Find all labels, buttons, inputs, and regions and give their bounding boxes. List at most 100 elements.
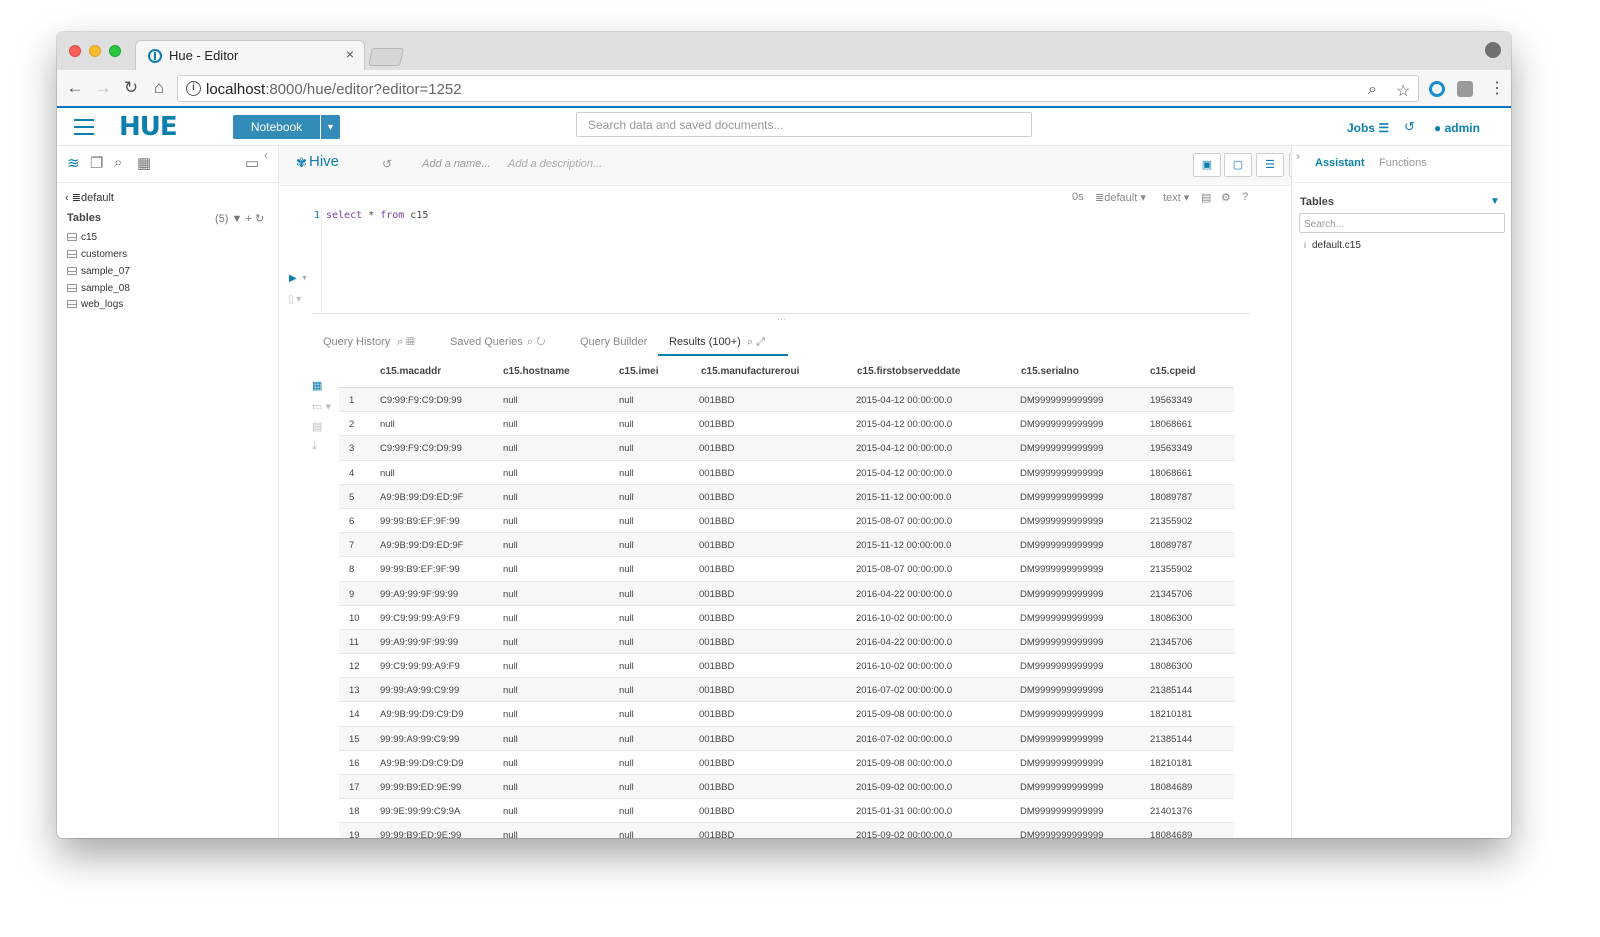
reload-icon[interactable]: ↻ (121, 78, 141, 98)
run-play-icon[interactable]: ▶ (289, 273, 297, 284)
code-editor[interactable]: select * from c15 (326, 210, 428, 221)
table-item-c15[interactable]: c15 (67, 232, 97, 243)
table-row[interactable]: 8 99:99:B9:EF:9F:99 null null 001BBD 2015-08-… (339, 557, 1234, 582)
bookmark-star-icon[interactable]: ☆ (1396, 81, 1410, 101)
resize-handle[interactable]: ⋯ (777, 314, 787, 325)
assistant-search-field[interactable] (1299, 213, 1505, 234)
table-row[interactable]: 6 99:99:B9:EF:9F:99 null null 001BBD 2015-08-… (339, 509, 1234, 534)
format-selector[interactable]: text ▾ (1163, 191, 1189, 204)
undo-history-icon[interactable]: ↺ (382, 157, 392, 171)
add-icon[interactable]: + (245, 213, 251, 225)
table-row[interactable]: 18 99:9E:99:99:C9:9A null null 001BBD 2015-01… (339, 799, 1234, 824)
table-row[interactable]: 10 99:C9:99:99:A9:F9 null null 001BBD 2016-10… (339, 606, 1234, 630)
table-row[interactable]: 19 99:99:B9:ED:9E:99 null null 001BBD 2015-09… (339, 823, 1234, 838)
chart-view-icon[interactable]: ▭ ▾ (312, 400, 331, 413)
table-row[interactable]: 16 A9:9B:99:D9:C9:D9 null null 001BBD 2015-09… (339, 751, 1234, 775)
assistant-search-input[interactable] (1300, 215, 1504, 234)
tab-query-builder[interactable]: Query Builder (580, 336, 647, 348)
refresh-icon[interactable]: ↻ (255, 213, 264, 225)
forward-arrow-icon[interactable]: → (93, 78, 113, 98)
site-info-icon[interactable]: i (186, 81, 201, 96)
table-item-sample-08[interactable]: sample_08 (67, 283, 130, 294)
collapse-right-panel-icon[interactable]: › (1296, 149, 1300, 163)
table-row[interactable]: 11 99:A9:99:9F:99:99 null null 001BBD 2016-04… (339, 629, 1234, 655)
new-document-icon[interactable]: ▢ (1224, 153, 1252, 177)
tab-query-history[interactable]: Query History (323, 336, 390, 348)
table-row[interactable]: 7 A9:9B:99:D9:ED:9F null null 001BBD 2015-11-… (339, 533, 1234, 558)
filter-funnel-icon[interactable]: ▼ (1490, 196, 1500, 207)
tab-close-icon[interactable]: × (346, 46, 354, 62)
browser-profile-icon[interactable] (1485, 42, 1501, 58)
table-row[interactable]: 5 A9:9B:99:D9:ED:9F null null 001BBD 2015-11-… (339, 484, 1234, 509)
assistant-table-item[interactable]: i default.c15 (1304, 240, 1361, 251)
saved-queries-search-icon[interactable]: ⌕ ↻ (527, 336, 546, 349)
grid-icon[interactable]: ▦ (137, 154, 151, 172)
info-icon[interactable]: i (1304, 240, 1306, 250)
browser-menu-icon[interactable]: ⋮ (1489, 78, 1505, 98)
table-row[interactable]: 13 99:99:A9:99:C9:99 null null 001BBD 2016-07… (339, 678, 1234, 703)
hamburger-menu-icon[interactable] (74, 119, 94, 140)
gear-icon[interactable]: ⚙ (1221, 191, 1231, 204)
column-header[interactable]: c15.macaddr (380, 366, 441, 377)
save-icon[interactable]: ▣ (1193, 153, 1221, 177)
minimize-window-button[interactable] (89, 45, 101, 57)
tab-saved-queries[interactable]: Saved Queries (450, 336, 523, 348)
database-selector[interactable]: ≣default ▾ (1095, 191, 1146, 204)
column-header[interactable]: c15.serialno (1021, 366, 1079, 377)
query-description-field[interactable]: Add a description... (508, 158, 602, 170)
query-name-field[interactable]: Add a name... (422, 158, 491, 170)
collapse-left-panel-icon[interactable]: ‹ (264, 148, 268, 162)
zoom-search-icon[interactable]: ⌕ (1368, 81, 1377, 99)
table-row[interactable]: 15 99:99:A9:99:C9:99 null null 001BBD 2016-07… (339, 726, 1234, 751)
global-search-field[interactable] (576, 112, 1032, 137)
jobs-link[interactable]: Jobs ☰ (1347, 121, 1389, 135)
tab-results[interactable]: Results (100+) (669, 336, 741, 348)
zoom-window-button[interactable] (109, 45, 121, 57)
table-row[interactable]: 9 99:A9:99:9F:99:99 null null 001BBD 2016-04-… (339, 581, 1234, 606)
column-header[interactable]: c15.firstobserveddate (857, 366, 960, 377)
database-breadcrumb[interactable]: ‹ ≣default (65, 191, 114, 204)
table-row[interactable]: 17 99:99:B9:ED:9E:99 null null 001BBD 2015-09… (339, 775, 1234, 800)
table-row[interactable]: 2 null null null 001BBD 2015-04-12 00:00:00.0… (339, 412, 1234, 437)
user-menu[interactable]: ● admin (1434, 121, 1480, 135)
hue-logo[interactable]: HUE (119, 112, 178, 142)
search-icon[interactable]: ⌕ (114, 154, 122, 171)
back-chevron-icon[interactable]: ‹ (65, 192, 69, 204)
results-search-expand-icon[interactable]: ⌕ ⤢ (747, 336, 765, 349)
browser-tab[interactable]: Hue - Editor × (135, 40, 365, 70)
history-search-icon[interactable]: ⌕ ▦ (397, 336, 415, 349)
table-row[interactable]: 3 C9:99:F9:C9:D9:99 null null 001BBD 2015-04-… (339, 436, 1234, 461)
column-header[interactable]: c15.imei (619, 366, 658, 377)
folder-icon[interactable]: ▭ (245, 154, 259, 172)
extension-circle-icon[interactable] (1429, 81, 1445, 97)
tab-assistant[interactable]: Assistant (1315, 157, 1365, 169)
back-arrow-icon[interactable]: ← (65, 78, 85, 98)
table-row[interactable]: 14 A9:9B:99:D9:C9:D9 null null 001BBD 2015-09… (339, 702, 1234, 727)
global-search-input[interactable] (577, 113, 1031, 136)
table-item-customers[interactable]: customers (67, 249, 127, 260)
list-icon[interactable]: ☰ (1256, 153, 1284, 177)
history-icon[interactable]: ↺ (1404, 119, 1415, 135)
filter-icon[interactable]: ▼ (232, 213, 243, 225)
table-row[interactable]: 1 C9:99:F9:C9:D9:99 null null 001BBD 2015-04-… (339, 388, 1234, 413)
table-row[interactable]: 12 99:C9:99:99:A9:F9 null null 001BBD 2016-10… (339, 654, 1234, 679)
help-icon[interactable]: ? (1242, 191, 1248, 203)
tab-functions[interactable]: Functions (1379, 157, 1427, 169)
database-icon[interactable]: ≋ (67, 154, 80, 172)
home-icon[interactable]: ⌂ (149, 78, 169, 98)
run-caret-icon[interactable]: ▼ (301, 275, 308, 282)
table-item-sample-07[interactable]: sample_07 (67, 266, 130, 277)
close-window-button[interactable] (69, 45, 81, 57)
notebook-button[interactable]: Notebook (233, 115, 320, 139)
new-tab-button[interactable] (368, 48, 404, 66)
snippet-book-icon[interactable]: ▯ ▾ (288, 294, 301, 305)
download-icon[interactable]: ⤓ (312, 440, 317, 453)
table-item-web-logs[interactable]: web_logs (67, 299, 123, 310)
table-row[interactable]: 4 null null null 001BBD 2015-04-12 00:00:00.0… (339, 461, 1234, 485)
address-bar[interactable]: i localhost:8000/hue/editor?editor=1252 … (177, 75, 1419, 102)
extension-square-icon[interactable] (1457, 81, 1473, 97)
document-icon[interactable]: ▤ (1201, 191, 1211, 204)
column-header[interactable]: c15.hostname (503, 366, 570, 377)
notebook-dropdown-caret-icon[interactable]: ▼ (321, 115, 340, 139)
documents-icon[interactable]: ❐ (90, 154, 103, 172)
